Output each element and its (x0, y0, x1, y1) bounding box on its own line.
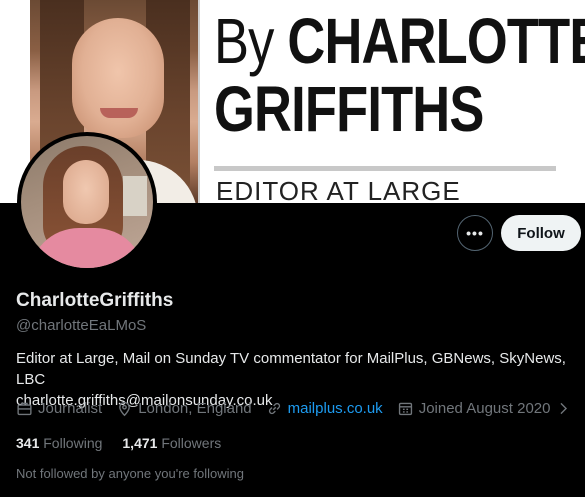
location-text: London, England (138, 400, 252, 417)
briefcase-icon (17, 402, 32, 416)
joined-text: Joined August 2020 (418, 400, 551, 417)
following-stat[interactable]: 341 Following (16, 435, 102, 451)
followers-stat[interactable]: 1,471 Followers (122, 435, 221, 451)
banner-byline: By CHARLOTTE GRIFFITHS (214, 6, 585, 142)
chevron-right-icon (560, 402, 568, 415)
website-link[interactable]: mailplus.co.uk (288, 400, 383, 417)
profile-meta: Journalist London, England mailplus.co.u… (16, 400, 585, 417)
occupation-text: Journalist (38, 400, 103, 417)
avatar[interactable] (17, 132, 157, 272)
banner-last-name: GRIFFITHS (214, 73, 484, 145)
following-label: Following (43, 435, 103, 451)
follow-stats: 341 Following 1,471 Followers (16, 435, 241, 451)
following-count: 341 (16, 435, 40, 451)
username-handle: @charlotteEaLMoS (16, 317, 147, 334)
link-icon (268, 402, 280, 415)
occupation-item: Journalist (16, 400, 102, 417)
display-name: CharlotteGriffiths (16, 290, 174, 311)
bio-line: Editor at Large, Mail on Sunday TV comme… (16, 350, 566, 388)
follow-button[interactable]: Follow (501, 215, 581, 251)
website-item[interactable]: mailplus.co.uk (266, 400, 383, 417)
followers-count: 1,471 (122, 435, 158, 451)
banner-role: EDITOR AT LARGE (216, 176, 461, 203)
location-pin-icon (119, 401, 131, 417)
joined-item[interactable]: Joined August 2020 (397, 400, 573, 417)
followers-label: Followers (161, 435, 222, 451)
followed-by-note: Not followed by anyone you're following (16, 466, 244, 481)
banner-first-name: CHARLOTTE (287, 5, 585, 77)
banner-rule (214, 166, 556, 171)
banner-by: By (214, 5, 274, 77)
avatar-image (21, 136, 153, 268)
more-options-button[interactable]: ••• (457, 215, 493, 251)
location-item: London, England (116, 400, 252, 417)
calendar-icon (398, 402, 412, 416)
banner-divider (198, 0, 200, 203)
